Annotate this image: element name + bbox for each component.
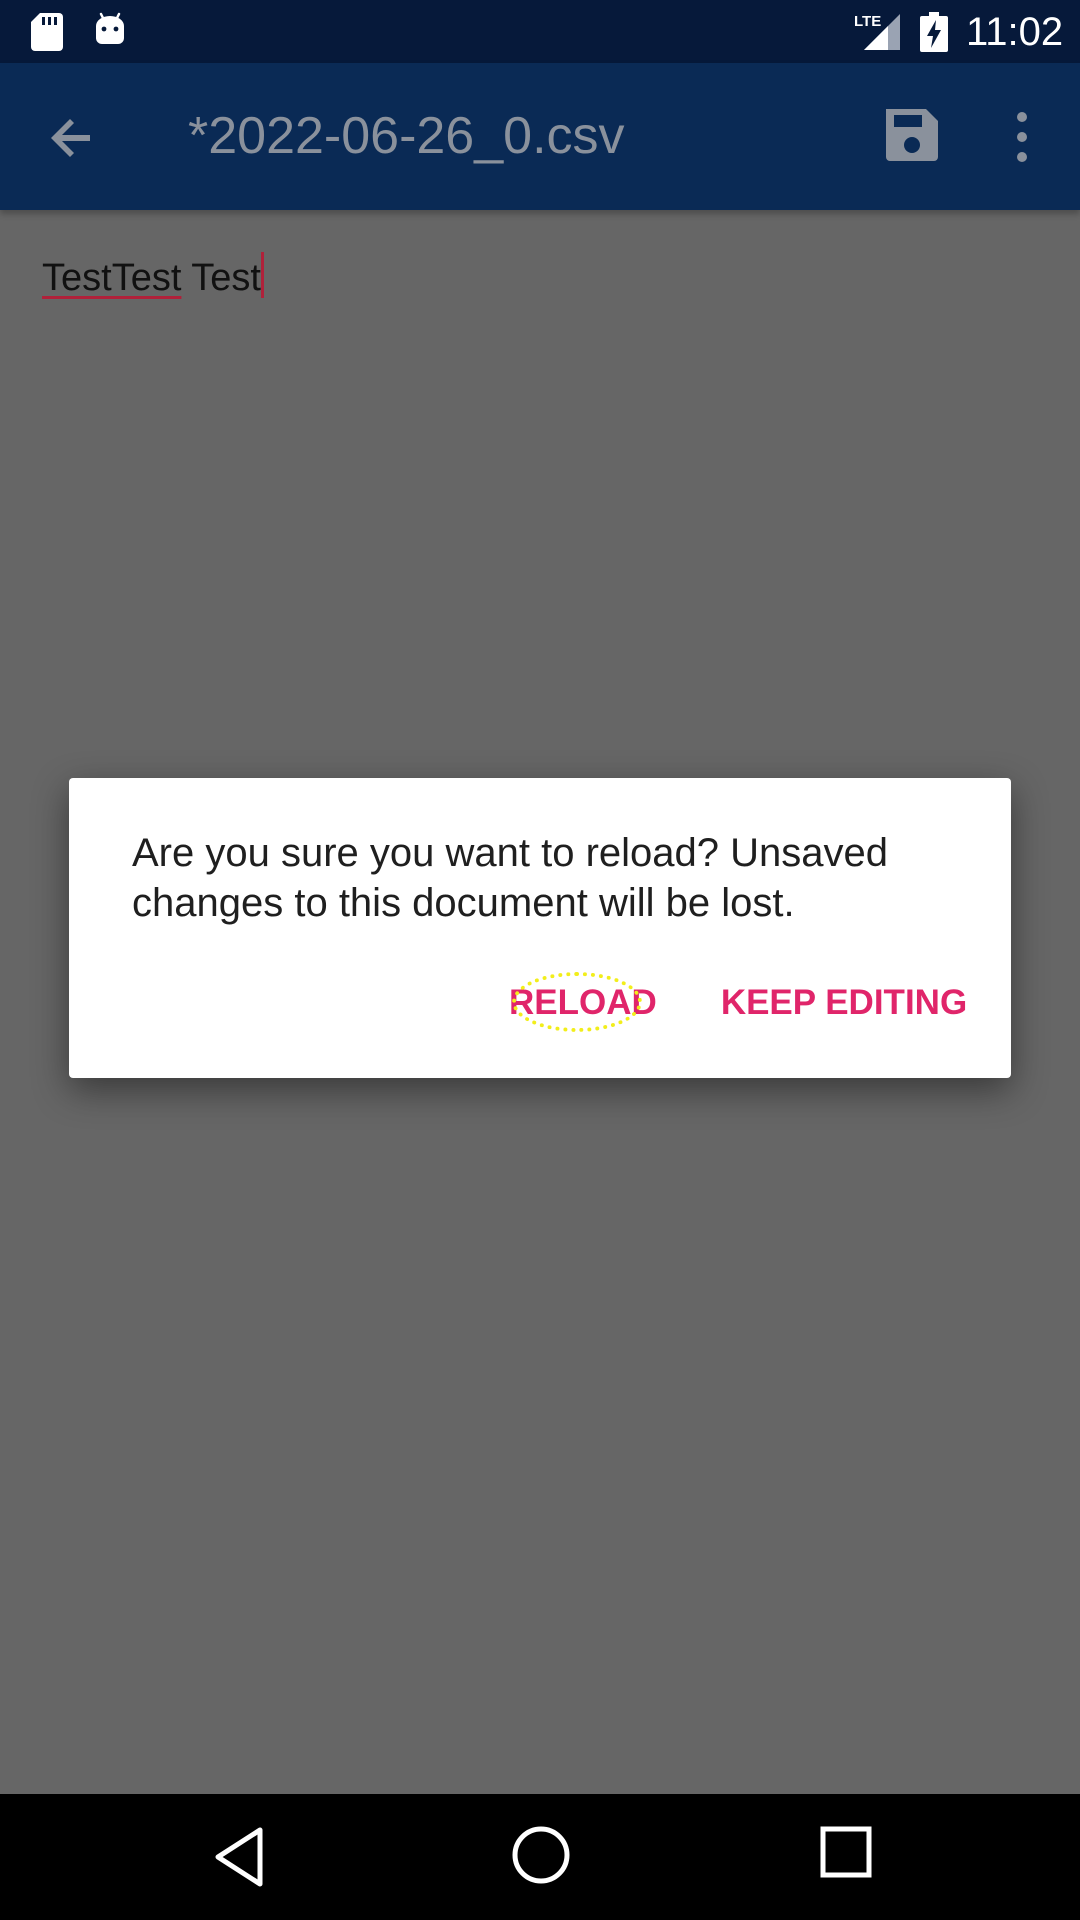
misspelled-word: TestTest — [42, 257, 182, 299]
nav-bar — [0, 1794, 1080, 1920]
app-bar: *2022-06-26_0.csv — [0, 63, 1080, 210]
sd-card-icon — [31, 13, 63, 51]
nav-recents-icon[interactable] — [818, 1824, 874, 1880]
reload-label: RELOAD — [509, 983, 657, 1022]
nav-home-icon[interactable] — [510, 1824, 572, 1886]
lte-label: LTE — [854, 13, 881, 30]
android-debug-icon — [96, 12, 124, 44]
editor-text-area[interactable]: TestTest Test — [42, 252, 264, 304]
dialog-message: Are you sure you want to reload? Unsaved… — [132, 831, 888, 925]
reload-confirm-dialog: Are you sure you want to reload? Unsaved… — [69, 778, 1011, 1078]
arrow-back-icon[interactable] — [40, 105, 106, 171]
save-icon[interactable] — [880, 103, 944, 167]
screen: LTE 11:02 *2022-06-26_0.csv TestTest Tes… — [0, 0, 1080, 1920]
status-bar: LTE 11:02 — [0, 0, 1080, 63]
battery-charging-icon — [920, 12, 948, 52]
editor-word: Test — [181, 257, 261, 299]
document-title: *2022-06-26_0.csv — [188, 107, 625, 165]
status-time: 11:02 — [966, 10, 1064, 54]
reload-button[interactable]: RELOAD — [509, 970, 657, 1036]
keep-editing-button[interactable]: KEEP EDITING — [709, 970, 979, 1036]
more-vert-icon[interactable] — [1004, 107, 1040, 167]
nav-back-icon[interactable] — [210, 1824, 274, 1890]
text-cursor — [260, 252, 264, 298]
lte-signal-icon: LTE — [854, 13, 900, 50]
